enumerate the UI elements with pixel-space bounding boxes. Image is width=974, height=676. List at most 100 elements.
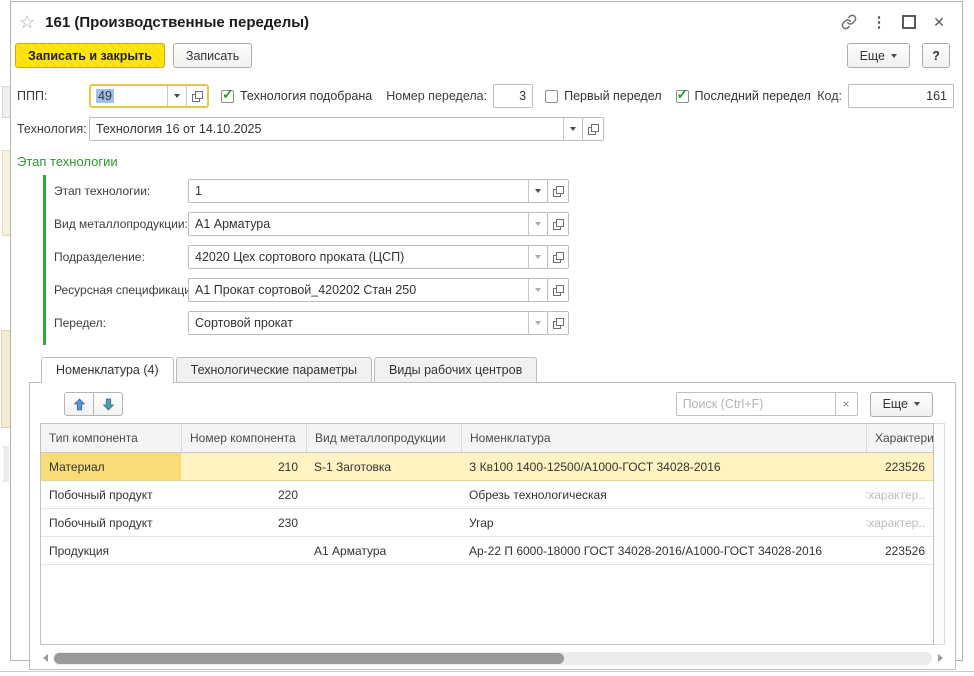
open-button[interactable]: [547, 179, 569, 203]
dropdown-button[interactable]: [528, 180, 547, 202]
cell-type[interactable]: Материал: [41, 453, 181, 480]
table-row[interactable]: Материал 210 S-1 Заготовка З Кв100 1400-125…: [41, 453, 933, 481]
dropdown-button[interactable]: [528, 246, 547, 268]
code-input[interactable]: 161: [848, 84, 954, 108]
first-stage-label[interactable]: Первый передел: [564, 89, 661, 103]
arrow-up-icon: [73, 397, 85, 410]
table-row[interactable]: Побочный продукт 220 Обрезь технологическа…: [41, 481, 933, 509]
scroll-left-arrow[interactable]: [40, 653, 50, 663]
column-header-type[interactable]: Тип компонента: [41, 424, 181, 452]
move-down-button[interactable]: [93, 392, 123, 416]
table-more-button[interactable]: Еще: [869, 391, 933, 417]
more-button[interactable]: Еще: [846, 43, 910, 68]
tech-found-label[interactable]: Технология подобрана: [240, 89, 372, 103]
chevron-down-icon: [535, 189, 541, 193]
dropdown-button[interactable]: [528, 279, 547, 301]
close-button[interactable]: ✕: [928, 11, 950, 33]
scroll-right-arrow[interactable]: [935, 653, 945, 663]
scrollbar-track[interactable]: [53, 651, 932, 665]
header-row-1: ППП: 49 Технология подобрана Номер перед…: [17, 84, 954, 108]
open-button[interactable]: [547, 212, 569, 236]
department-field[interactable]: 42020 Цех сортового проката (ЦСП): [188, 245, 548, 269]
cell-metal[interactable]: А1 Арматура: [306, 537, 461, 564]
technology-dropdown-button[interactable]: [563, 118, 582, 140]
table-row[interactable]: Побочный продукт 230 Угар <характер..: [41, 509, 933, 537]
cell-number[interactable]: 230: [181, 509, 306, 536]
dropdown-button[interactable]: [528, 312, 547, 334]
open-button[interactable]: [547, 245, 569, 269]
ppp-combo-field[interactable]: 49: [89, 84, 209, 108]
ppp-value-area[interactable]: 49: [91, 86, 167, 106]
save-and-close-button[interactable]: Записать и закрыть: [15, 43, 165, 68]
search-box: ×: [675, 392, 858, 416]
tab-tech-parameters[interactable]: Технологические параметры: [175, 357, 373, 382]
ppp-dropdown-button[interactable]: [167, 86, 186, 106]
open-button[interactable]: [547, 278, 569, 302]
open-button[interactable]: [547, 311, 569, 335]
column-header-characteristic[interactable]: Характери..: [866, 424, 933, 452]
cell-characteristic[interactable]: <характер..: [866, 481, 933, 508]
search-clear-icon[interactable]: ×: [835, 392, 858, 416]
peredel-field[interactable]: Сортовой прокат: [188, 311, 548, 335]
last-stage-label[interactable]: Последний передел: [695, 89, 811, 103]
tech-found-checkbox[interactable]: Технология подобрана: [221, 86, 372, 103]
cell-characteristic[interactable]: 223526: [866, 453, 933, 480]
cell-type[interactable]: Продукция: [41, 537, 181, 564]
cell-type[interactable]: Побочный продукт: [41, 481, 181, 508]
technology-open-button[interactable]: [582, 117, 604, 141]
get-link-icon[interactable]: [838, 11, 860, 33]
arrow-down-icon: [102, 398, 114, 411]
vertical-scrollbar[interactable]: [934, 423, 945, 645]
cell-metal[interactable]: S-1 Заготовка: [306, 453, 461, 480]
resource-spec-field[interactable]: А1 Прокат сортовой_420202 Стан 250: [188, 278, 548, 302]
more-button-label: Еще: [859, 48, 885, 63]
dialog-window: ☆ 161 (Производственные переделы) ⋮ ✕ За…: [10, 1, 963, 670]
cell-characteristic[interactable]: <характер..: [866, 509, 933, 536]
first-stage-checkbox[interactable]: Первый передел: [545, 89, 662, 103]
cell-nomenclature[interactable]: Обрезь технологическая: [461, 481, 866, 508]
maximize-icon: [902, 15, 916, 29]
stage-step-field[interactable]: 1: [188, 179, 548, 203]
ppp-open-button[interactable]: [186, 86, 207, 106]
scrollbar-thumb[interactable]: [54, 652, 564, 664]
search-input[interactable]: [675, 392, 836, 416]
menu-kebab-icon[interactable]: ⋮: [868, 11, 890, 33]
metal-type-field[interactable]: А1 Арматура: [188, 212, 548, 236]
cell-nomenclature[interactable]: Ар-22 П 6000-18000 ГОСТ 34028-2016/А1000…: [461, 537, 866, 564]
column-header-nomenclature[interactable]: Номенклатура: [461, 424, 866, 452]
cell-nomenclature[interactable]: З Кв100 1400-12500/А1000-ГОСТ 34028-2016: [461, 453, 866, 480]
maximize-button[interactable]: [898, 11, 920, 33]
stage-number-input[interactable]: 3: [493, 84, 534, 108]
tab-nomenclature[interactable]: Номенклатура (4): [41, 357, 174, 383]
cell-number[interactable]: [181, 537, 306, 564]
cell-number[interactable]: 210: [181, 453, 306, 480]
favorite-star-icon[interactable]: ☆: [19, 13, 35, 31]
cell-number[interactable]: 220: [181, 481, 306, 508]
table-more-label: Еще: [882, 397, 908, 411]
move-up-button[interactable]: [64, 392, 94, 416]
dropdown-button[interactable]: [528, 213, 547, 235]
column-header-number[interactable]: Номер компонента: [181, 424, 306, 452]
technology-field[interactable]: Технология 16 от 14.10.2025: [89, 117, 583, 141]
cell-type[interactable]: Побочный продукт: [41, 509, 181, 536]
last-stage-checkbox[interactable]: Последний передел: [675, 86, 811, 103]
stage-number-label: Номер передела:: [386, 89, 488, 103]
cell-nomenclature[interactable]: Угар: [461, 509, 866, 536]
cell-characteristic[interactable]: 223526: [866, 537, 933, 564]
open-icon: [587, 123, 599, 135]
cell-metal[interactable]: [306, 509, 461, 536]
help-button[interactable]: ?: [922, 43, 950, 68]
column-header-metal[interactable]: Вид металлопродукции: [306, 424, 461, 452]
arrow-right-icon: [937, 654, 943, 662]
window-title: 161 (Производственные переделы): [45, 13, 310, 31]
tab-bar: Номенклатура (4) Технологические парамет…: [41, 357, 962, 383]
save-button[interactable]: Записать: [172, 43, 253, 68]
table-row[interactable]: Продукция А1 Арматура Ар-22 П 6000-18000 Г…: [41, 537, 933, 565]
tab-work-centers[interactable]: Виды рабочих центров: [374, 357, 538, 382]
field-label: Передел:: [54, 316, 106, 330]
open-icon: [552, 317, 564, 329]
checkbox-unchecked-icon: [545, 89, 559, 103]
ppp-value: 49: [96, 89, 114, 103]
cell-metal[interactable]: [306, 481, 461, 508]
horizontal-scrollbar: [40, 651, 945, 665]
